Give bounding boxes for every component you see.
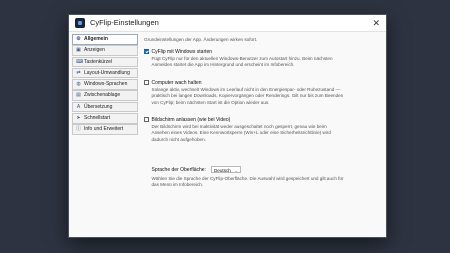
- settings-content: Grundeinstellungen der App. Änderungen w…: [144, 35, 380, 233]
- sidebar-item-zwischenablage[interactable]: ▤ Zwischenablage: [72, 90, 138, 101]
- gear-icon: ⚙: [76, 36, 81, 42]
- title-bar: CyFlip-Einstellungen ✕: [69, 15, 386, 32]
- language-row: Sprache der Oberfläche: Deutsch ⌄: [152, 166, 241, 173]
- screen-on-checkbox[interactable]: [144, 117, 149, 122]
- rocket-icon: ➤: [76, 115, 81, 122]
- settings-window: CyFlip-Einstellungen ✕ ⚙ Allgemein ▣ Anz…: [68, 14, 387, 238]
- sidebar-item-label: Zwischenablage: [84, 92, 121, 99]
- sidebar-item-tastenkuerzel[interactable]: ⌨ Tastenkürzel: [72, 56, 138, 68]
- option-description: Fügt CyFlip nur für den aktuellen Window…: [152, 56, 378, 69]
- description-line: dadurch nicht aufgehoben.: [151, 136, 206, 142]
- language-label: Sprache der Oberfläche:: [151, 166, 206, 173]
- language-description: Wählen Sie die Sprache der CyFlip-Oberfl…: [152, 176, 344, 189]
- option-label[interactable]: Bildschirm anlassen (wie bei Video): [152, 117, 231, 123]
- option-screen-on: Bildschirm anlassen (wie bei Video) Der …: [144, 116, 380, 143]
- clipboard-icon: ▤: [76, 92, 81, 99]
- sidebar-item-label: Anzeigen: [84, 47, 105, 54]
- sidebar-item-label: Schnellstart: [84, 115, 111, 122]
- option-description: Der Bildschirm wird bei Inaktivität wede…: [152, 124, 378, 143]
- sidebar-item-label: Übersetzung: [84, 103, 113, 110]
- description-line: das Menü im Infobereich.: [151, 182, 204, 188]
- sidebar-item-label: Tastenkürzel: [84, 58, 113, 65]
- app-icon: [75, 18, 85, 28]
- close-icon[interactable]: ✕: [372, 17, 380, 29]
- keyboard-icon: ⌨: [76, 58, 84, 65]
- sidebar-item-label: Layout-Umwandlung: [84, 69, 130, 76]
- globe-icon: ◍: [76, 81, 81, 88]
- sidebar-item-label: Info und Erweitert: [84, 126, 124, 133]
- description-line: von CyFlip; beim nächsten Start ist die …: [151, 99, 270, 105]
- sidebar-item-allgemein[interactable]: ⚙ Allgemein: [72, 34, 138, 45]
- sidebar-item-info[interactable]: ⓘ Info und Erweitert: [72, 124, 138, 135]
- option-description: Solange aktiv, wechselt Windows im Leerl…: [152, 87, 378, 106]
- sidebar-item-schnellstart[interactable]: ➤ Schnellstart: [72, 113, 138, 124]
- window-title: CyFlip-Einstellungen: [90, 18, 159, 27]
- option-autostart: CyFlip mit Windows starten Fügt CyFlip n…: [144, 48, 380, 69]
- translate-icon: A: [76, 103, 81, 110]
- sidebar: ⚙ Allgemein ▣ Anzeigen ⌨ Tastenkürzel ⇄ …: [72, 34, 138, 234]
- sidebar-item-layout-umwandlung[interactable]: ⇄ Layout-Umwandlung: [72, 67, 138, 79]
- intro-text: Grundeinstellungen der App. Änderungen w…: [144, 37, 258, 42]
- autostart-checkbox[interactable]: [144, 49, 149, 54]
- option-label[interactable]: Computer wach halten: [152, 80, 202, 86]
- sidebar-item-label: Windows-Sprachen: [84, 81, 128, 88]
- chevron-down-icon: ⌄: [234, 168, 238, 173]
- option-keep-awake: Computer wach halten Solange aktiv, wech…: [144, 79, 380, 106]
- info-icon: ⓘ: [76, 126, 82, 133]
- display-icon: ▣: [76, 47, 81, 54]
- keep-awake-checkbox[interactable]: [144, 80, 149, 85]
- layout-icon: ⇄: [76, 69, 81, 76]
- language-select[interactable]: Deutsch ⌄: [210, 166, 241, 173]
- sidebar-item-windows-sprachen[interactable]: ◍ Windows-Sprachen: [72, 79, 138, 90]
- option-label[interactable]: CyFlip mit Windows starten: [152, 49, 213, 55]
- description-line: Anmelden startet die App im Hintergrund …: [151, 62, 295, 68]
- sidebar-item-uebersetzung[interactable]: A Übersetzung: [72, 101, 138, 113]
- sidebar-item-label: Allgemein: [84, 36, 108, 42]
- sidebar-item-anzeigen[interactable]: ▣ Anzeigen: [72, 45, 138, 56]
- language-value: Deutsch: [213, 168, 231, 173]
